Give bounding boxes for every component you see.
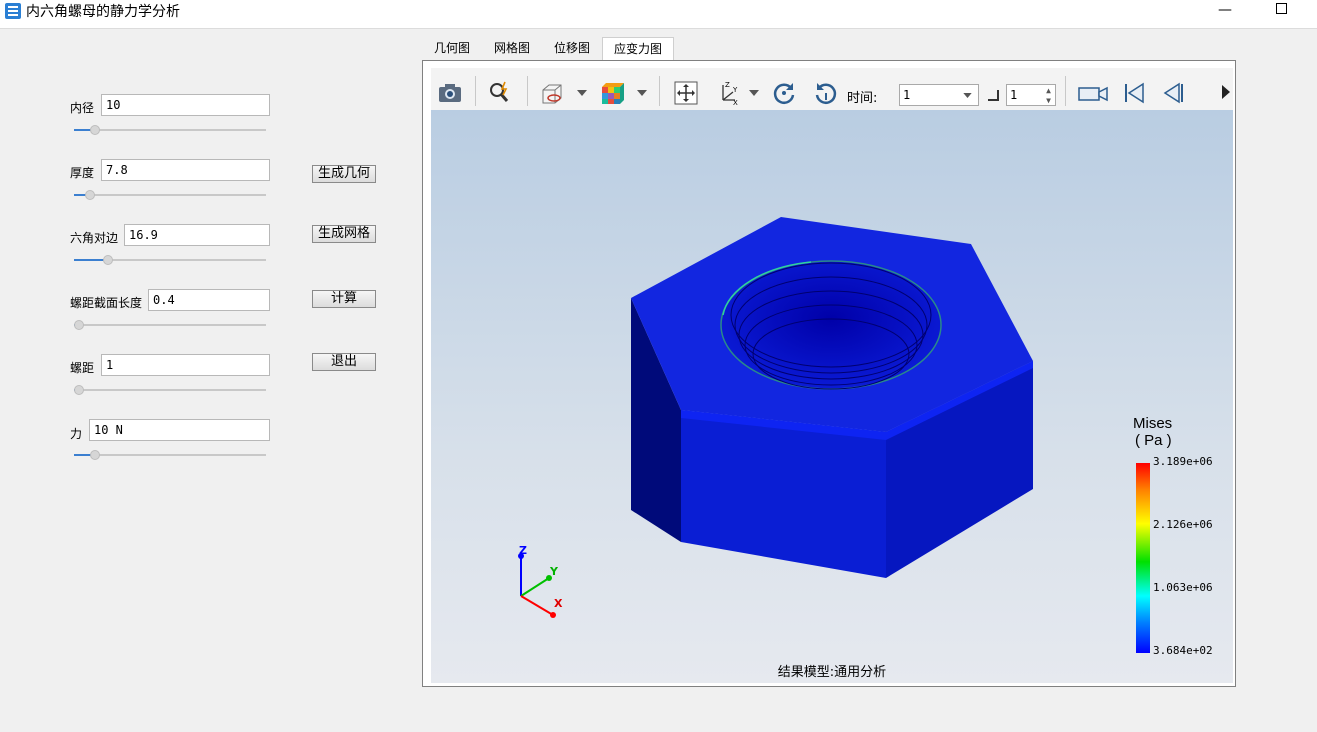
pitch-slider[interactable]: [74, 385, 266, 395]
zoom-icon[interactable]: [487, 80, 513, 106]
thread-section-slider[interactable]: [74, 320, 266, 330]
inner-diameter-slider[interactable]: [74, 125, 266, 135]
inner-diameter-input[interactable]: 10: [101, 94, 270, 116]
param-label-hex-flats: 六角对边: [70, 231, 119, 245]
viewer-toolbar: ZYX 时间: 1 1 ▲ ▼: [431, 68, 1233, 110]
thread-section-input[interactable]: 0.4: [148, 289, 270, 311]
generate-mesh-button[interactable]: 生成网格: [312, 225, 376, 243]
svg-text:Z: Z: [725, 81, 730, 89]
result-model-caption: 结果模型:通用分析: [777, 665, 887, 680]
display-mode-icon[interactable]: [539, 80, 565, 106]
chevron-down-icon: [963, 93, 972, 98]
hex-flats-slider[interactable]: [74, 255, 266, 265]
hex-flats-input[interactable]: 16.9: [124, 224, 270, 246]
force-input[interactable]: 10 N: [89, 419, 270, 441]
param-label-thickness: 厚度: [70, 166, 95, 180]
svg-text:Y: Y: [732, 86, 738, 94]
axis-x-label: X: [554, 597, 563, 610]
3d-viewport[interactable]: Z Y X Mises ( Pa ) 3.189e+06 2.126e+06 1…: [431, 110, 1233, 683]
param-label-force: 力: [70, 427, 83, 441]
legend-color-bar: [1136, 463, 1150, 653]
legend-tick: 2.126e+06: [1153, 518, 1213, 531]
axis-y-label: Y: [550, 565, 558, 578]
video-camera-icon[interactable]: [1077, 80, 1109, 106]
result-viewer: ZYX 时间: 1 1 ▲ ▼ Z Y X Mises (Pa) 3.189…: [422, 60, 1236, 687]
tab-geometry[interactable]: 几何图: [424, 37, 480, 59]
tab-stress[interactable]: 应变力图: [602, 37, 674, 60]
thickness-slider[interactable]: [74, 190, 266, 200]
step-spinbox-value: 1: [1010, 88, 1018, 102]
window-title: 内六角螺母的静力学分析: [26, 4, 180, 20]
tab-mesh[interactable]: 网格图: [482, 37, 542, 59]
color-cube-icon[interactable]: [599, 80, 625, 106]
legend-tick: 3.684e+02: [1153, 644, 1213, 657]
step-spinbox[interactable]: 1 ▲ ▼: [1006, 84, 1056, 106]
rotate-cw-icon[interactable]: [771, 80, 797, 106]
chevron-down-icon[interactable]: [577, 90, 587, 96]
pitch-input[interactable]: 1: [101, 354, 270, 376]
step-corner-icon: [988, 90, 999, 101]
time-select[interactable]: 1: [899, 84, 979, 106]
legend-unit: ( Pa ): [1135, 432, 1172, 449]
minimize-icon[interactable]: —: [1218, 2, 1232, 18]
first-frame-icon[interactable]: [1121, 80, 1147, 106]
time-label: 时间:: [847, 91, 878, 106]
param-label-pitch: 螺距: [70, 361, 95, 375]
compute-button[interactable]: 计算: [312, 290, 376, 308]
camera-icon[interactable]: [437, 80, 463, 106]
tab-displacement[interactable]: 位移图: [542, 37, 602, 59]
param-label-inner-diameter: 内径: [70, 101, 95, 115]
thickness-input[interactable]: 7.8: [101, 159, 270, 181]
spin-down-icon[interactable]: ▼: [1046, 91, 1051, 111]
chevron-down-icon[interactable]: [749, 90, 759, 96]
previous-frame-icon[interactable]: [1161, 80, 1187, 106]
legend-tick: 3.189e+06: [1153, 455, 1213, 468]
generate-geometry-button[interactable]: 生成几何: [312, 165, 376, 183]
title-bar: 内六角螺母的静力学分析 —: [0, 0, 1317, 29]
axis-orientation-icon[interactable]: ZYX: [715, 80, 741, 106]
legend-tick: 1.063e+06: [1153, 581, 1213, 594]
time-select-value: 1: [903, 88, 911, 102]
svg-text:X: X: [733, 99, 738, 106]
force-slider[interactable]: [74, 450, 266, 460]
axis-z-label: Z: [519, 544, 527, 557]
param-label-thread-section: 螺距截面长度: [70, 296, 143, 310]
app-icon: [5, 3, 21, 19]
toolbar-overflow-icon[interactable]: [1221, 84, 1231, 100]
rotate-ccw-icon[interactable]: [813, 80, 839, 106]
exit-button[interactable]: 退出: [312, 353, 376, 371]
hex-nut-model: [518, 217, 1033, 618]
maximize-icon[interactable]: [1276, 3, 1287, 14]
fit-view-icon[interactable]: [673, 80, 699, 106]
chevron-down-icon[interactable]: [637, 90, 647, 96]
legend-title: Mises: [1133, 415, 1173, 432]
